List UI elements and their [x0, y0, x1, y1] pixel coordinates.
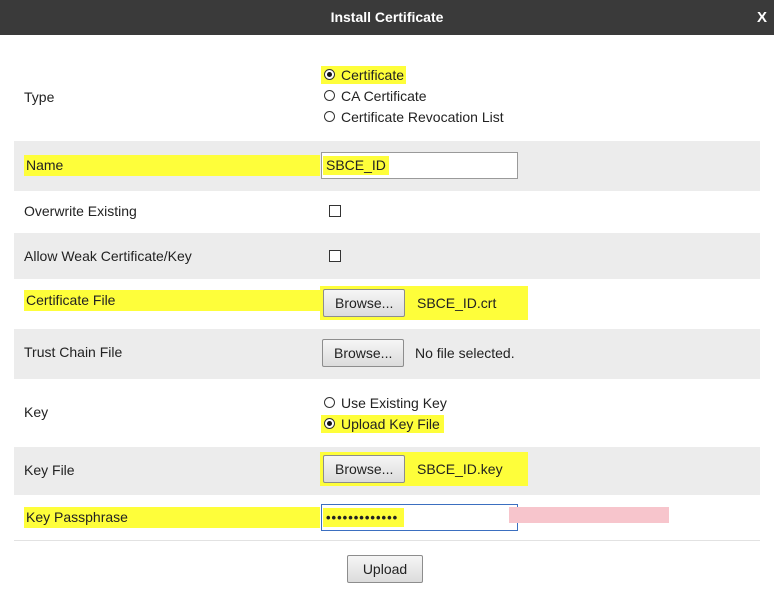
weak-row: Allow Weak Certificate/Key — [14, 233, 760, 279]
type-option-label: Certificate — [341, 66, 405, 83]
key-file-row: Key File Browse... SBCE_ID.key — [14, 447, 760, 495]
overwrite-label: Overwrite Existing — [24, 203, 137, 219]
dialog-title: Install Certificate — [330, 9, 444, 25]
key-option-label: Use Existing Key — [341, 394, 447, 411]
upload-button[interactable]: Upload — [347, 555, 423, 583]
certificate-file-name: SBCE_ID.crt — [417, 295, 497, 311]
dialog-titlebar: Install Certificate X — [0, 0, 774, 35]
key-option-label: Upload Key File — [341, 415, 440, 432]
type-radio-group: Certificate CA Certificate Certificate R… — [321, 64, 504, 127]
overwrite-checkbox[interactable] — [329, 205, 341, 217]
radio-unselected-icon[interactable] — [324, 90, 335, 101]
trust-chain-row: Trust Chain File Browse... No file selec… — [14, 329, 760, 379]
key-row: Key Use Existing Key Upload Key File — [14, 379, 760, 447]
type-label: Type — [24, 89, 55, 105]
radio-unselected-icon[interactable] — [324, 111, 335, 122]
trust-chain-file-name: No file selected. — [415, 345, 515, 361]
type-option-label: Certificate Revocation List — [341, 108, 504, 125]
type-option-certificate[interactable]: Certificate — [321, 64, 504, 85]
trust-chain-browse-button[interactable]: Browse... — [322, 339, 405, 367]
certificate-browse-button[interactable]: Browse... — [323, 289, 406, 317]
type-row: Type Certificate CA Certificate Certific… — [14, 51, 760, 141]
type-option-crl[interactable]: Certificate Revocation List — [321, 106, 504, 127]
name-row: Name SBCE_ID — [14, 141, 760, 191]
type-option-label: CA Certificate — [341, 87, 427, 104]
passphrase-input-value: ••••••••••••• — [323, 508, 405, 527]
redacted-region — [509, 507, 669, 523]
trust-chain-label: Trust Chain File — [24, 344, 123, 360]
key-label: Key — [24, 404, 49, 420]
key-option-use-existing[interactable]: Use Existing Key — [321, 392, 447, 413]
weak-checkbox[interactable] — [329, 250, 341, 262]
name-label: Name — [24, 155, 320, 176]
key-file-browse-button[interactable]: Browse... — [323, 455, 406, 483]
key-option-upload-file[interactable]: Upload Key File — [321, 413, 447, 434]
radio-selected-icon[interactable] — [324, 69, 335, 80]
passphrase-label: Key Passphrase — [24, 507, 320, 528]
overwrite-row: Overwrite Existing — [14, 191, 760, 233]
name-input-value: SBCE_ID — [323, 156, 389, 175]
weak-label: Allow Weak Certificate/Key — [24, 248, 192, 264]
type-option-ca-certificate[interactable]: CA Certificate — [321, 85, 504, 106]
certificate-file-label: Certificate File — [24, 290, 320, 311]
key-radio-group: Use Existing Key Upload Key File — [321, 392, 447, 434]
close-icon[interactable]: X — [757, 9, 767, 26]
passphrase-input[interactable]: ••••••••••••• — [321, 504, 518, 531]
key-file-label: Key File — [24, 462, 75, 478]
passphrase-row: Key Passphrase ••••••••••••• — [14, 495, 760, 541]
name-input[interactable]: SBCE_ID — [321, 152, 518, 179]
certificate-file-row: Certificate File Browse... SBCE_ID.crt — [14, 279, 760, 329]
radio-unselected-icon[interactable] — [324, 397, 335, 408]
radio-selected-icon[interactable] — [324, 418, 335, 429]
key-file-name: SBCE_ID.key — [417, 461, 503, 477]
